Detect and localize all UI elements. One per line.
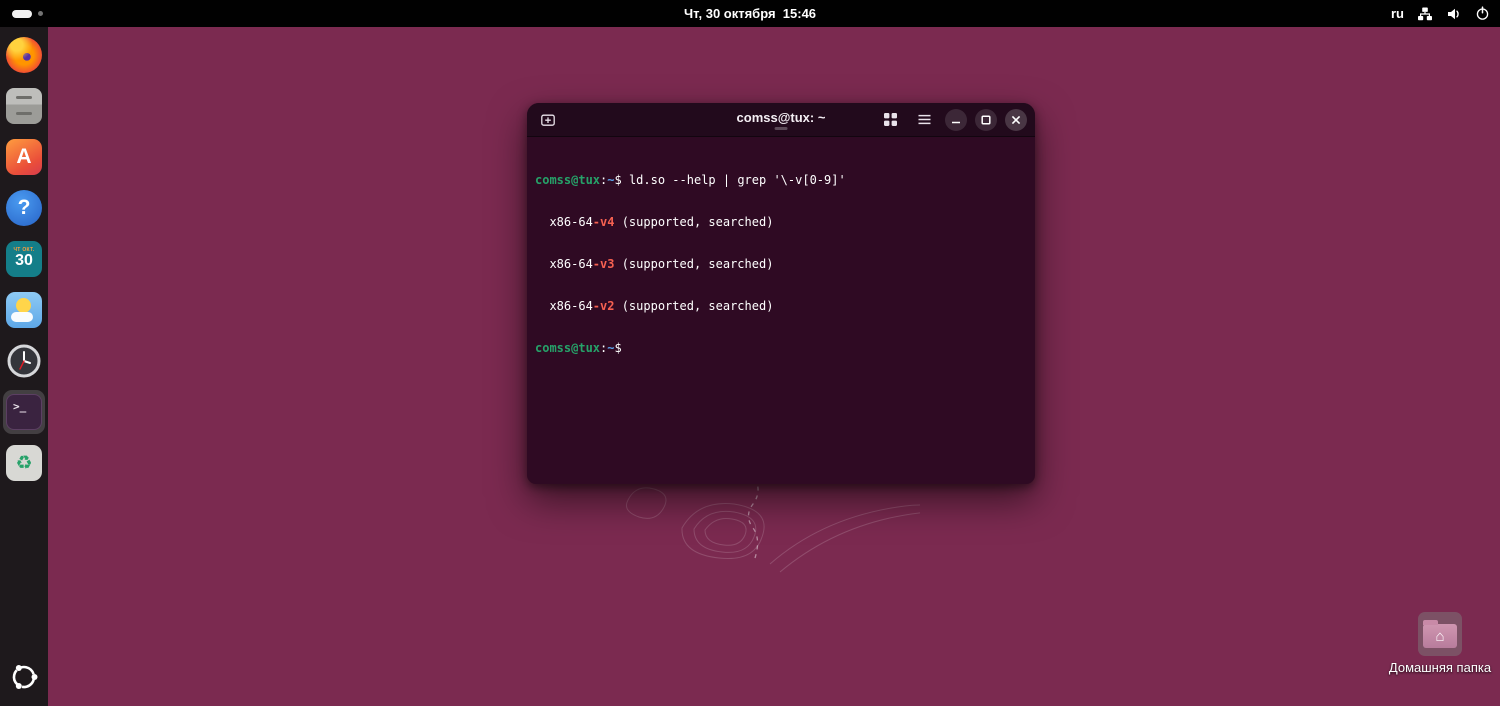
terminal-command-line: comss@tux:~$ ld.so --help | grep '\-v[0-… [535, 173, 846, 187]
tab-indicator [774, 126, 788, 130]
top-bar: Чт, 30 октября 15:46 ru [0, 0, 1500, 27]
clock-button[interactable]: Чт, 30 октября 15:46 [684, 0, 816, 27]
help-icon: ? [6, 190, 42, 226]
terminal-prompt-line: comss@tux:~$ [535, 341, 629, 355]
home-folder-label: Домашняя папка [1388, 660, 1492, 675]
help-glyph: ? [17, 196, 31, 219]
workspace-pill-icon [12, 9, 32, 18]
tab-overview-button[interactable] [877, 107, 903, 133]
dock: A ? чт окт. 30 >_ ♻ [0, 27, 48, 706]
volume-icon[interactable] [1446, 6, 1462, 22]
network-icon[interactable] [1417, 6, 1433, 22]
trash-icon: ♻ [6, 445, 42, 481]
app-center-glyph: A [16, 145, 32, 168]
home-glyph-icon: ⌂ [1435, 627, 1445, 645]
terminal-headerbar[interactable]: comss@tux: ~ [527, 103, 1035, 137]
power-icon[interactable] [1475, 6, 1490, 21]
home-folder-icon: ⌂ [1423, 620, 1457, 648]
terminal-output-line: x86-64-v3 (supported, searched) [535, 257, 774, 271]
dock-item-firefox[interactable] [4, 36, 44, 74]
home-folder-shortcut[interactable]: ⌂ Домашняя папка [1378, 612, 1500, 675]
maximize-button[interactable] [975, 108, 997, 131]
terminal-output-line: x86-64-v2 (supported, searched) [535, 299, 774, 313]
dock-item-clocks[interactable] [4, 342, 44, 380]
terminal-glyph: >_ [13, 400, 27, 413]
new-tab-button[interactable] [535, 107, 561, 133]
keyboard-layout-indicator[interactable]: ru [1391, 6, 1404, 21]
calendar-day-label: 30 [15, 252, 33, 269]
window-title: comss@tux: ~ [736, 109, 826, 125]
minimize-icon [952, 121, 960, 123]
dock-item-app-center[interactable]: A [4, 138, 44, 176]
system-tray[interactable]: ru [1391, 0, 1490, 27]
dock-item-files[interactable] [4, 87, 44, 125]
calendar-icon: чт окт. 30 [6, 241, 42, 277]
minimize-button[interactable] [945, 108, 967, 131]
window-title-area: comss@tux: ~ [736, 103, 826, 137]
icon-selection-highlight: ⌂ [1418, 612, 1462, 656]
terminal-content[interactable]: comss@tux:~$ ld.so --help | grep '\-v[0-… [527, 137, 1035, 483]
clocks-icon [6, 343, 42, 379]
maximize-icon [981, 114, 991, 125]
menu-button[interactable] [911, 107, 937, 133]
app-center-icon: A [6, 139, 42, 175]
dock-item-trash[interactable]: ♻ [4, 444, 44, 482]
workspace-dot-icon [38, 11, 43, 16]
recycle-glyph: ♻ [15, 452, 33, 474]
dock-item-help[interactable]: ? [4, 189, 44, 227]
ubuntu-logo-icon [12, 665, 38, 689]
show-apps-button[interactable] [4, 658, 44, 696]
close-button[interactable] [1005, 108, 1027, 131]
close-icon [1011, 115, 1021, 124]
terminal-app-icon: >_ [6, 394, 42, 430]
clock-label: Чт, 30 октября 15:46 [683, 6, 817, 21]
workspace-indicator[interactable] [12, 0, 43, 27]
weather-icon [6, 292, 42, 328]
dock-item-weather[interactable] [4, 291, 44, 329]
terminal-output-line: x86-64-v4 (supported, searched) [535, 215, 774, 229]
dock-item-terminal[interactable]: >_ [3, 390, 45, 434]
dock-item-calendar[interactable]: чт окт. 30 [4, 240, 44, 278]
firefox-icon [6, 37, 42, 73]
terminal-window: comss@tux: ~ comss@tux:~$ ld.so --help |… [527, 103, 1035, 484]
files-icon [6, 88, 42, 124]
command-text: ld.so --help | grep '\-v[0-9]' [628, 173, 846, 187]
